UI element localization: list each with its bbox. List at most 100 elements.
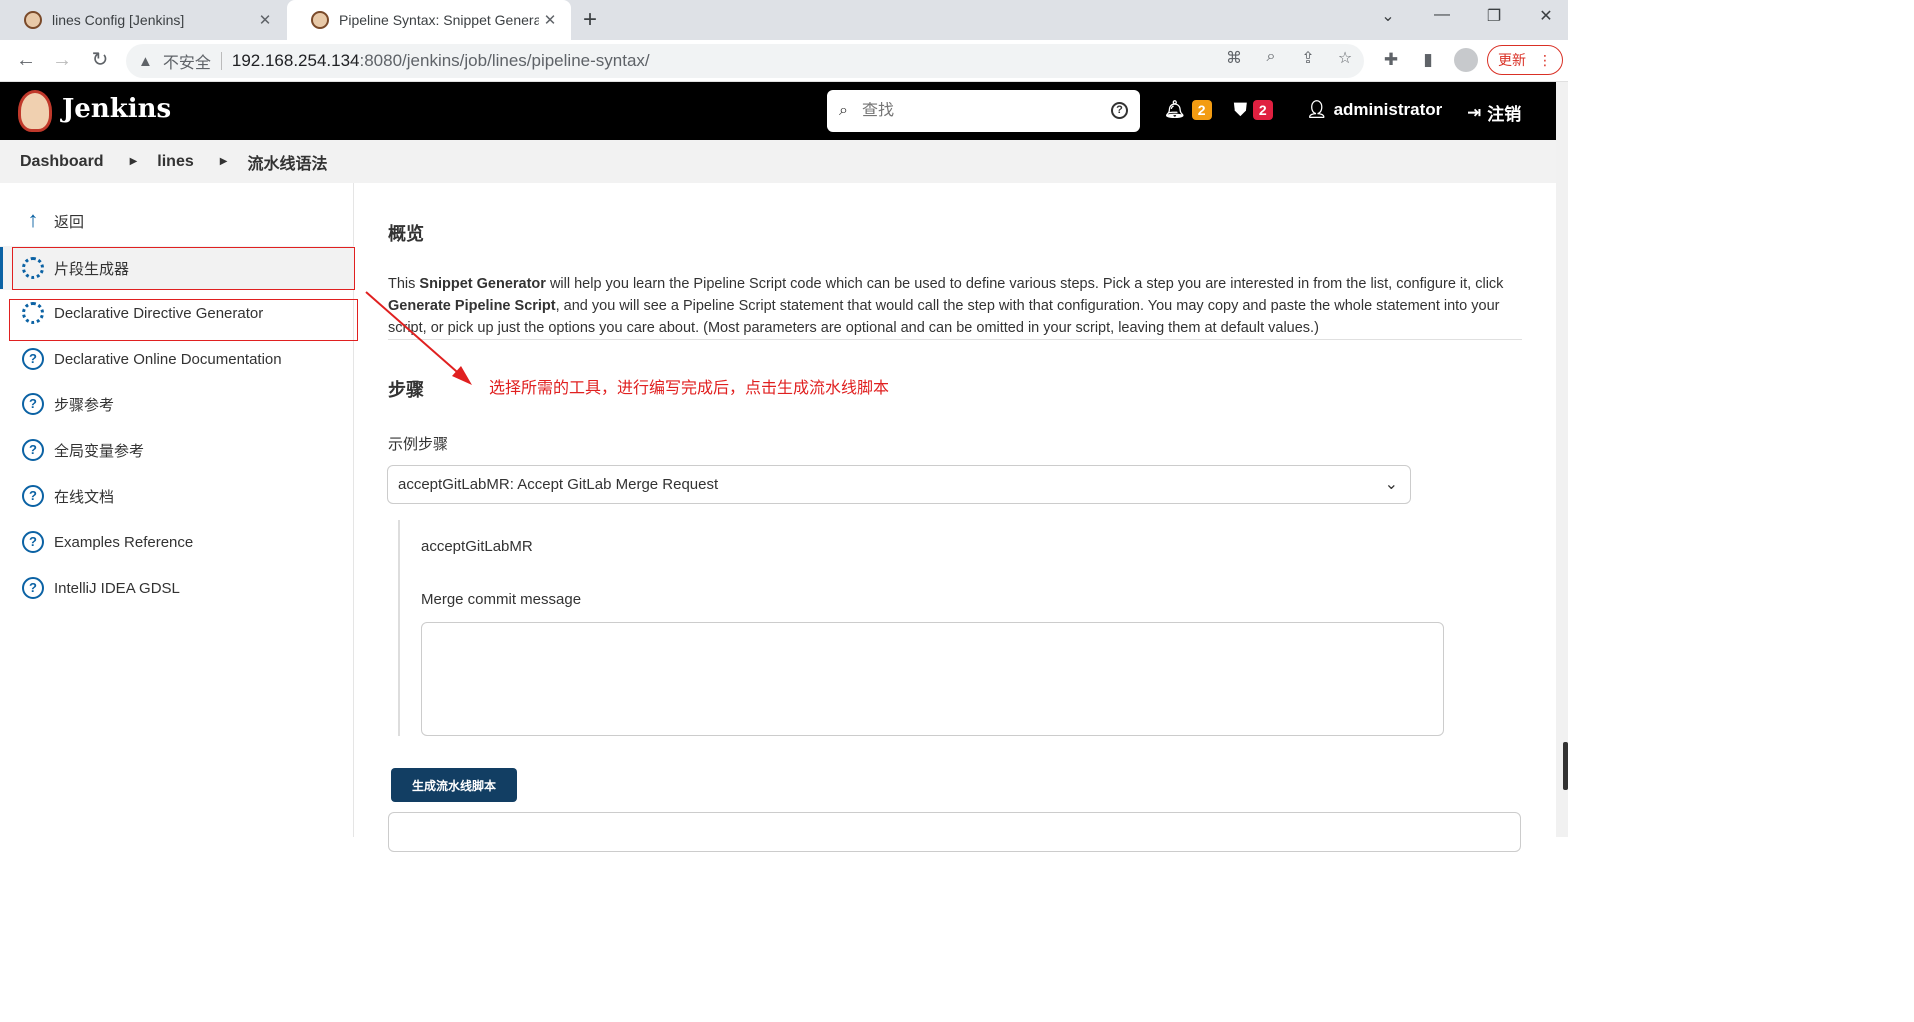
sidebar-item-label: Declarative Online Documentation [54,350,282,368]
update-button[interactable]: 更新 ⋮ [1487,45,1563,75]
tab-search-icon[interactable]: ⌄ [1376,6,1400,26]
tab-title: Pipeline Syntax: Snippet Generator [339,12,539,28]
intro-text: , and you will see a Pipeline Script sta… [388,298,1500,336]
logout-label: 注销 [1487,105,1522,124]
annotation-text: 选择所需的工具，进行编写完成后，点击生成流水线脚本 [489,380,890,397]
zoom-icon[interactable]: ⌕ [1261,48,1281,66]
forward-icon[interactable]: → [50,49,74,73]
sidebar-item-label: IntelliJ IDEA GDSL [54,579,180,597]
help-circle-icon: ? [22,485,44,507]
side-panel-icon[interactable]: ▮ [1417,50,1439,70]
search-box[interactable]: ⌕ ? [827,90,1140,132]
user-menu[interactable]: 👤︎ administrator [1306,100,1442,120]
generated-script-output[interactable] [388,812,1521,852]
reload-icon[interactable]: ↻ [88,49,112,73]
help-circle-icon: ? [22,531,44,553]
sidebar-item-label: 全局变量参考 [54,442,145,460]
generate-script-button[interactable]: 生成流水线脚本 [391,768,517,802]
browser-tab-bar: lines Config [Jenkins] ✕ Pipeline Syntax… [0,0,1568,40]
user-icon: 👤︎ [1306,100,1328,119]
shield-icon: ⛊ [1234,100,1247,119]
breadcrumb-separator-icon: ▶ [129,156,138,167]
url-text[interactable]: 192.168.254.134:8080/jenkins/job/lines/p… [232,51,650,71]
sample-step-label: 示例步骤 [388,436,449,453]
warning-icon: ▲ [138,52,153,70]
tab-close-icon[interactable]: ✕ [539,11,561,29]
merge-commit-textarea[interactable] [421,622,1444,736]
jenkins-logo-icon[interactable] [18,90,52,132]
insecure-label: 不安全 [162,55,211,72]
chevron-down-icon: ⌄ [1384,476,1398,493]
jenkins-header: Jenkins ⌕ ? 🔔︎ 2 ⛊ 2 👤︎ administrator ⇥ … [0,82,1556,140]
tab-close-icon[interactable]: ✕ [254,11,276,29]
extensions-icon[interactable]: ✚ [1380,50,1402,70]
bookmark-star-icon[interactable]: ☆ [1335,48,1355,68]
annotation-arrow [365,291,472,385]
translate-icon[interactable]: ⌘ [1224,48,1244,68]
profile-avatar-icon[interactable] [1454,48,1478,72]
step-config-border [398,520,400,736]
address-bar-row: ← → ↻ ▲ 不安全 192.168.254.134:8080/jenkins… [0,40,1568,82]
more-menu-icon: ⋮ [1538,51,1552,68]
url-host: 192.168.254.134 [231,51,360,70]
bell-icon: 🔔︎ [1164,100,1186,119]
sidebar-item-label: Examples Reference [54,533,194,551]
page-scrollbar[interactable] [1556,82,1568,837]
jenkins-favicon-icon [24,11,42,29]
sidebar-item-gdsl[interactable]: ? IntelliJ IDEA GDSL [0,566,354,610]
search-icon: ⌕ [839,102,848,119]
step-name: acceptGitLabMR [421,538,533,555]
close-window-icon[interactable]: ✕ [1534,6,1558,26]
jenkins-favicon-icon [311,11,329,29]
help-circle-icon: ? [22,348,44,370]
browser-tab-config[interactable]: lines Config [Jenkins] ✕ [0,0,286,40]
sidebar-item-online-doc-cn[interactable]: ? 在线文档 [0,474,354,518]
intro-text: will help you learn the Pipeline Script … [545,276,1504,292]
notifications-badge: 2 [1191,100,1212,120]
sidebar-item-label: 返回 [54,213,85,231]
omnibox[interactable]: ▲ 不安全 192.168.254.134:8080/jenkins/job/l… [126,44,1364,78]
annotation-box-directive [9,299,358,341]
new-tab-icon[interactable]: + [578,6,602,34]
sample-step-select[interactable]: acceptGitLabMR: Accept GitLab Merge Requ… [387,465,1411,504]
breadcrumb-pipeline-syntax[interactable]: 流水线语法 [247,150,327,174]
sidebar-item-online-docs[interactable]: ? Declarative Online Documentation [0,337,354,381]
search-input[interactable] [861,102,1082,120]
notifications-button[interactable]: 🔔︎ 2 [1164,100,1212,120]
search-help-icon[interactable]: ? [1111,102,1128,119]
breadcrumb: Dashboard ▶ lines ▶ 流水线语法 [0,140,1556,183]
jenkins-title[interactable]: Jenkins [62,94,171,124]
sidebar-item-label: 步骤参考 [54,396,115,414]
share-icon[interactable]: ⇪ [1298,48,1318,68]
breadcrumb-separator-icon: ▶ [219,156,228,167]
help-circle-icon: ? [22,393,44,415]
url-path: :8080/jenkins/job/lines/pipeline-syntax/ [359,51,650,70]
overview-heading: 概览 [388,224,424,244]
omnibox-divider [220,52,222,70]
annotation-box-snippet [12,247,355,290]
active-indicator [0,247,3,289]
back-icon[interactable]: ← [14,49,38,73]
scrollbar-thumb[interactable] [1563,742,1568,790]
sidebar-item-step-reference[interactable]: ? 步骤参考 [0,382,354,426]
sidebar-item-back[interactable]: ↑ 返回 [0,199,354,243]
sidebar-item-global-vars[interactable]: ? 全局变量参考 [0,428,354,472]
breadcrumb-dashboard[interactable]: Dashboard [20,153,104,171]
security-badge: 2 [1252,100,1273,120]
restore-icon[interactable]: ❐ [1482,6,1506,26]
breadcrumb-lines[interactable]: lines [157,153,193,171]
sidebar-item-examples[interactable]: ? Examples Reference [0,520,354,564]
divider [388,339,1522,340]
logout-button[interactable]: ⇥ 注销 [1467,100,1521,125]
help-circle-icon: ? [22,577,44,599]
user-name: administrator [1333,100,1443,119]
sample-step-value: acceptGitLabMR: Accept GitLab Merge Requ… [398,476,719,493]
help-circle-icon: ? [22,439,44,461]
logout-icon: ⇥ [1467,102,1482,122]
intro-paragraph: This Snippet Generator will help you lea… [388,273,1522,339]
security-button[interactable]: ⛊ 2 [1234,100,1273,120]
minimize-icon[interactable]: — [1430,6,1454,24]
browser-tab-pipeline-syntax[interactable]: Pipeline Syntax: Snippet Generator ✕ [287,0,571,40]
update-label: 更新 [1498,52,1526,68]
merge-commit-label: Merge commit message [421,591,582,608]
